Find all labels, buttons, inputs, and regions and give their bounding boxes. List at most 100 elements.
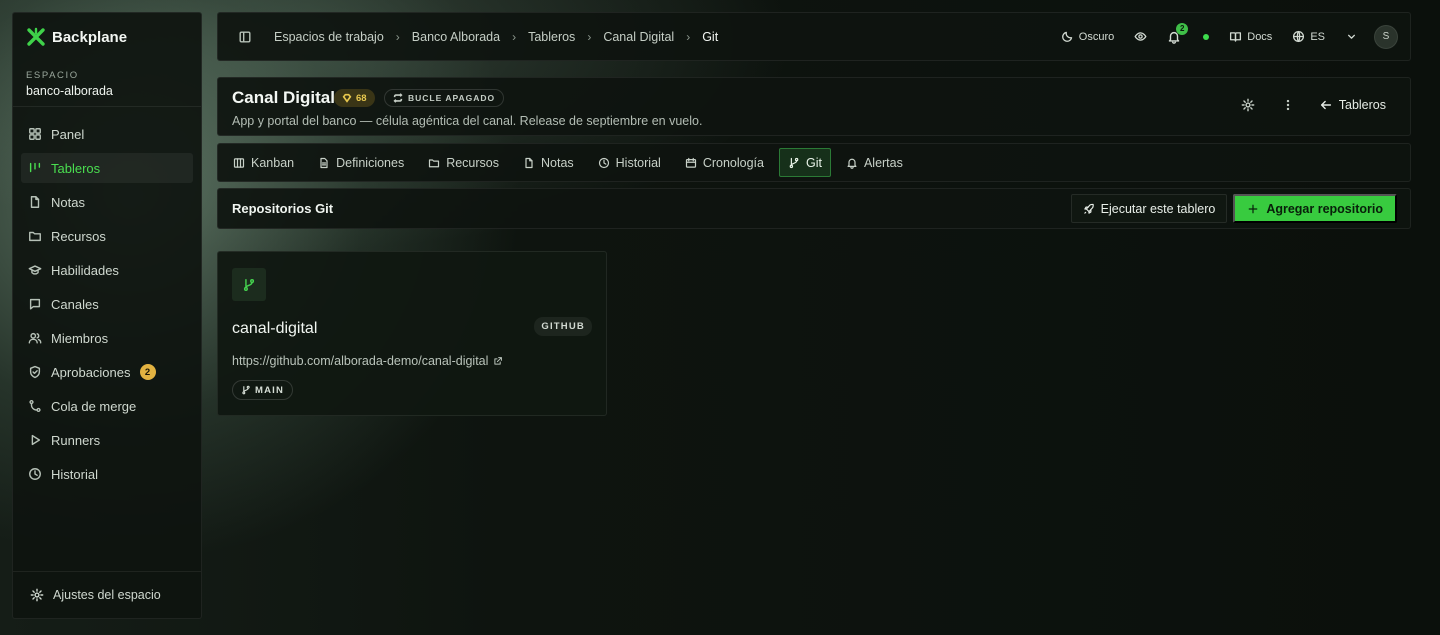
add-repository-label: Agregar repositorio — [1266, 201, 1383, 216]
notifications-count-badge: 2 — [1176, 22, 1189, 35]
play-icon — [28, 433, 42, 447]
approvals-count-badge: 2 — [139, 364, 156, 380]
sidebar-item-label: Notas — [51, 194, 85, 210]
score-badge: 68 — [334, 89, 375, 107]
account-menu-chevron[interactable] — [1345, 30, 1358, 43]
top-actions: Oscuro 2 Docs ES S — [1041, 22, 1398, 49]
graduation-cap-icon — [28, 263, 42, 277]
users-icon — [28, 331, 42, 345]
sidebar-divider — [13, 106, 201, 107]
workspace-label: ESPACIO — [26, 70, 79, 81]
add-repository-button[interactable]: Agregar repositorio — [1233, 194, 1397, 223]
folder-icon — [428, 157, 440, 169]
sidebar-toggle-icon[interactable] — [238, 30, 252, 44]
sidebar-item-label: Habilidades — [51, 262, 119, 278]
tab-recursos[interactable]: Recursos — [419, 148, 508, 177]
loop-status-label: BUCLE APAGADO — [408, 93, 496, 103]
rocket-icon — [1083, 203, 1095, 215]
language-select[interactable]: ES — [1292, 30, 1325, 43]
chevron-down-icon — [1345, 30, 1358, 43]
git-branch-icon — [232, 268, 266, 301]
sidebar-item-canales[interactable]: Canales — [21, 289, 193, 319]
breadcrumb-tableros[interactable]: Tableros — [528, 30, 575, 44]
section-actions: Ejecutar este tablero Agregar repositori… — [1070, 194, 1397, 223]
sidebar-item-label: Tableros — [51, 160, 101, 176]
sidebar-item-runners[interactable]: Runners — [21, 425, 193, 455]
file-icon — [523, 157, 535, 169]
board-actions: Tableros — [1241, 98, 1386, 112]
theme-toggle-button[interactable]: Oscuro — [1061, 30, 1114, 43]
back-label: Tableros — [1338, 98, 1386, 112]
notifications-button[interactable]: 2 — [1167, 22, 1189, 44]
run-board-button[interactable]: Ejecutar este tablero — [1070, 194, 1228, 223]
gear-icon[interactable] — [1241, 98, 1255, 112]
sidebar-item-label: Aprobaciones — [51, 364, 131, 380]
workspace-name[interactable]: banco-alborada — [26, 84, 113, 98]
tab-alertas[interactable]: Alertas — [837, 148, 912, 177]
loop-status-badge[interactable]: BUCLE APAGADO — [384, 89, 505, 107]
tab-historial[interactable]: Historial — [589, 148, 670, 177]
chevron-right-icon: › — [395, 29, 400, 44]
branch-badge: MAIN — [232, 380, 294, 400]
tab-label: Kanban — [251, 155, 295, 170]
file-icon — [28, 195, 42, 209]
sidebar-item-aprobaciones[interactable]: Aprobaciones 2 — [21, 357, 193, 387]
tab-kanban[interactable]: Kanban — [224, 148, 303, 177]
score-value: 68 — [356, 92, 367, 104]
sidebar-item-panel[interactable]: Panel — [21, 119, 193, 149]
language-label: ES — [1310, 30, 1325, 43]
avatar[interactable]: S — [1374, 24, 1398, 49]
back-to-boards-link[interactable]: Tableros — [1319, 98, 1386, 112]
chevron-right-icon: › — [587, 29, 592, 44]
theme-label: Oscuro — [1078, 30, 1115, 43]
tab-label: Historial — [615, 155, 661, 170]
sidebar-item-recursos[interactable]: Recursos — [21, 221, 193, 251]
page-title: Canal Digital — [232, 88, 335, 107]
moon-icon — [1061, 30, 1074, 43]
folder-icon — [28, 229, 42, 243]
sidebar-item-cola-de-merge[interactable]: Cola de merge — [21, 391, 193, 421]
sidebar: Backplane ESPACIO banco-alborada Panel T… — [12, 12, 202, 619]
sidebar-item-notas[interactable]: Notas — [21, 187, 193, 217]
brand[interactable]: Backplane — [26, 27, 127, 47]
sidebar-item-label: Historial — [51, 466, 98, 482]
tab-label: Notas — [541, 155, 574, 170]
repo-name: canal-digital — [232, 320, 318, 337]
breadcrumb-canal-digital[interactable]: Canal Digital — [603, 30, 674, 44]
breadcrumb-banco-alborada[interactable]: Banco Alborada — [412, 30, 500, 44]
external-link-icon — [493, 356, 503, 366]
preview-button[interactable] — [1134, 30, 1147, 43]
docs-link[interactable]: Docs — [1229, 30, 1272, 43]
repo-card[interactable]: canal-digital GITHUB https://github.com/… — [217, 251, 607, 416]
run-board-label: Ejecutar este tablero — [1100, 201, 1216, 216]
sidebar-item-tableros[interactable]: Tableros — [21, 153, 193, 183]
board-description: App y portal del banco — célula agéntica… — [232, 114, 703, 128]
tab-label: Alertas — [863, 155, 903, 170]
tab-notas[interactable]: Notas — [514, 148, 583, 177]
sidebar-nav: Panel Tableros Notas Recursos Habilidade… — [21, 119, 193, 493]
arrow-left-icon — [1319, 98, 1333, 112]
more-vertical-icon[interactable] — [1281, 98, 1295, 112]
sidebar-item-label: Panel — [51, 126, 85, 142]
repo-url-link[interactable]: https://github.com/alborada-demo/canal-d… — [232, 354, 503, 368]
sidebar-item-label: Miembros — [51, 330, 109, 346]
top-bar: Espacios de trabajo › Banco Alborada › T… — [217, 12, 1411, 61]
chevron-right-icon: › — [686, 29, 691, 44]
tab-git[interactable]: Git — [778, 148, 831, 177]
columns-icon — [233, 157, 245, 169]
grid-icon — [28, 127, 42, 141]
tab-cronologia[interactable]: Cronología — [676, 148, 773, 177]
docs-label: Docs — [1247, 30, 1273, 43]
kanban-icon — [28, 161, 42, 175]
sidebar-item-habilidades[interactable]: Habilidades — [21, 255, 193, 285]
breadcrumb-workspaces[interactable]: Espacios de trabajo — [274, 30, 384, 44]
provider-badge: GITHUB — [534, 317, 592, 336]
workspace-settings-link[interactable]: Ajustes del espacio — [13, 571, 201, 618]
bell-icon — [846, 157, 858, 169]
tab-definiciones[interactable]: Definiciones — [309, 148, 413, 177]
sidebar-item-miembros[interactable]: Miembros — [21, 323, 193, 353]
chat-icon — [28, 297, 42, 311]
repo-url: https://github.com/alborada-demo/canal-d… — [232, 354, 489, 368]
gear-icon — [30, 588, 44, 602]
sidebar-item-historial[interactable]: Historial — [21, 459, 193, 489]
